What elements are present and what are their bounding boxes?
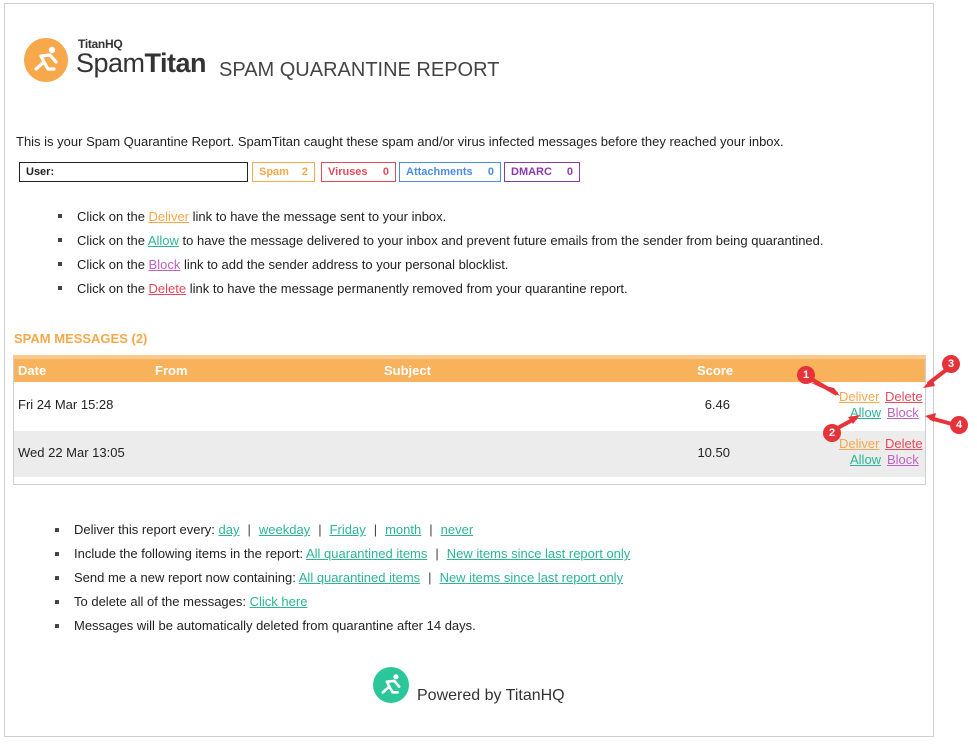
setting-delete-all: To delete all of the messages: Click her… bbox=[55, 594, 630, 618]
report-settings-list: Deliver this report every: day | weekday | F… bbox=[55, 522, 630, 642]
delete-all-label: To delete all of the messages: bbox=[74, 594, 246, 609]
setting-send-now: Send me a new report now containing: All… bbox=[55, 570, 630, 594]
setting-include: Include the following items in the repor… bbox=[55, 546, 630, 570]
callout-badge-2: 2 bbox=[823, 424, 841, 442]
setting-frequency: Deliver this report every: day | weekday | F… bbox=[55, 522, 630, 546]
include-all-link[interactable]: All quarantined items bbox=[306, 546, 427, 561]
frequency-weekday-link[interactable]: weekday bbox=[259, 522, 310, 537]
runner-icon bbox=[373, 667, 409, 703]
delete-all-link[interactable]: Click here bbox=[250, 594, 308, 609]
callout-badge-3: 3 bbox=[942, 355, 960, 373]
frequency-friday-link[interactable]: Friday bbox=[330, 522, 366, 537]
send-now-new-link[interactable]: New items since last report only bbox=[440, 570, 624, 585]
include-label: Include the following items in the repor… bbox=[74, 546, 304, 561]
retention-note: Messages will be automatically deleted f… bbox=[74, 618, 476, 633]
send-now-all-link[interactable]: All quarantined items bbox=[299, 570, 420, 585]
frequency-month-link[interactable]: month bbox=[385, 522, 421, 537]
send-now-label: Send me a new report now containing: bbox=[74, 570, 296, 585]
setting-retention: Messages will be automatically deleted f… bbox=[55, 618, 630, 642]
frequency-label: Deliver this report every: bbox=[74, 522, 215, 537]
callout-badge-4: 4 bbox=[950, 416, 968, 434]
frequency-day-link[interactable]: day bbox=[219, 522, 240, 537]
include-new-link[interactable]: New items since last report only bbox=[447, 546, 631, 561]
powered-by-text: Powered by TitanHQ bbox=[417, 687, 565, 704]
frequency-never-link[interactable]: never bbox=[441, 522, 474, 537]
callout-badge-1: 1 bbox=[797, 366, 815, 384]
